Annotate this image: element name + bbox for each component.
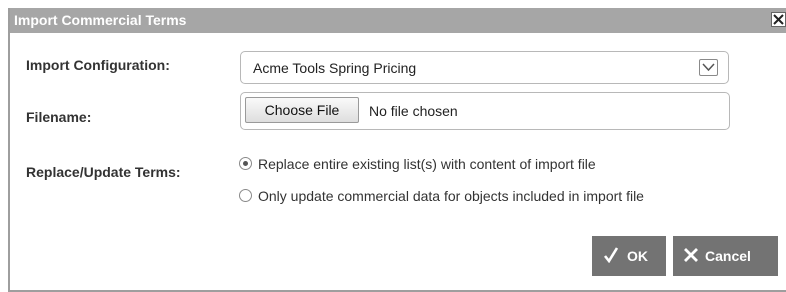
filename-label: Filename:: [26, 109, 92, 125]
cancel-label: Cancel: [705, 248, 751, 264]
radio-button-update[interactable]: [239, 189, 252, 202]
ok-label: OK: [627, 248, 648, 264]
radio-label-replace: Replace entire existing list(s) with con…: [258, 156, 596, 172]
file-input[interactable]: Choose File No file chosen: [240, 92, 730, 130]
cancel-button[interactable]: Cancel: [673, 236, 778, 276]
check-icon: [603, 247, 619, 266]
import-commercial-terms-dialog: Import Commercial Terms Import Configura…: [8, 8, 786, 292]
import-configuration-label: Import Configuration:: [26, 57, 170, 73]
dialog-title: Import Commercial Terms: [14, 12, 187, 28]
radio-button-replace[interactable]: [239, 157, 252, 170]
no-file-chosen-text: No file chosen: [369, 103, 458, 119]
chevron-down-icon[interactable]: [699, 59, 718, 76]
radio-selected-dot: [243, 161, 248, 166]
x-icon: [683, 247, 699, 266]
import-configuration-value: Acme Tools Spring Pricing: [253, 60, 417, 76]
ok-button[interactable]: OK: [592, 236, 666, 276]
radio-label-update: Only update commercial data for objects …: [258, 188, 644, 204]
import-configuration-select[interactable]: Acme Tools Spring Pricing: [240, 51, 729, 84]
replace-update-terms-label: Replace/Update Terms:: [26, 164, 181, 180]
dialog-titlebar[interactable]: Import Commercial Terms: [10, 8, 786, 33]
choose-file-button[interactable]: Choose File: [245, 97, 359, 123]
close-icon[interactable]: [771, 12, 786, 27]
